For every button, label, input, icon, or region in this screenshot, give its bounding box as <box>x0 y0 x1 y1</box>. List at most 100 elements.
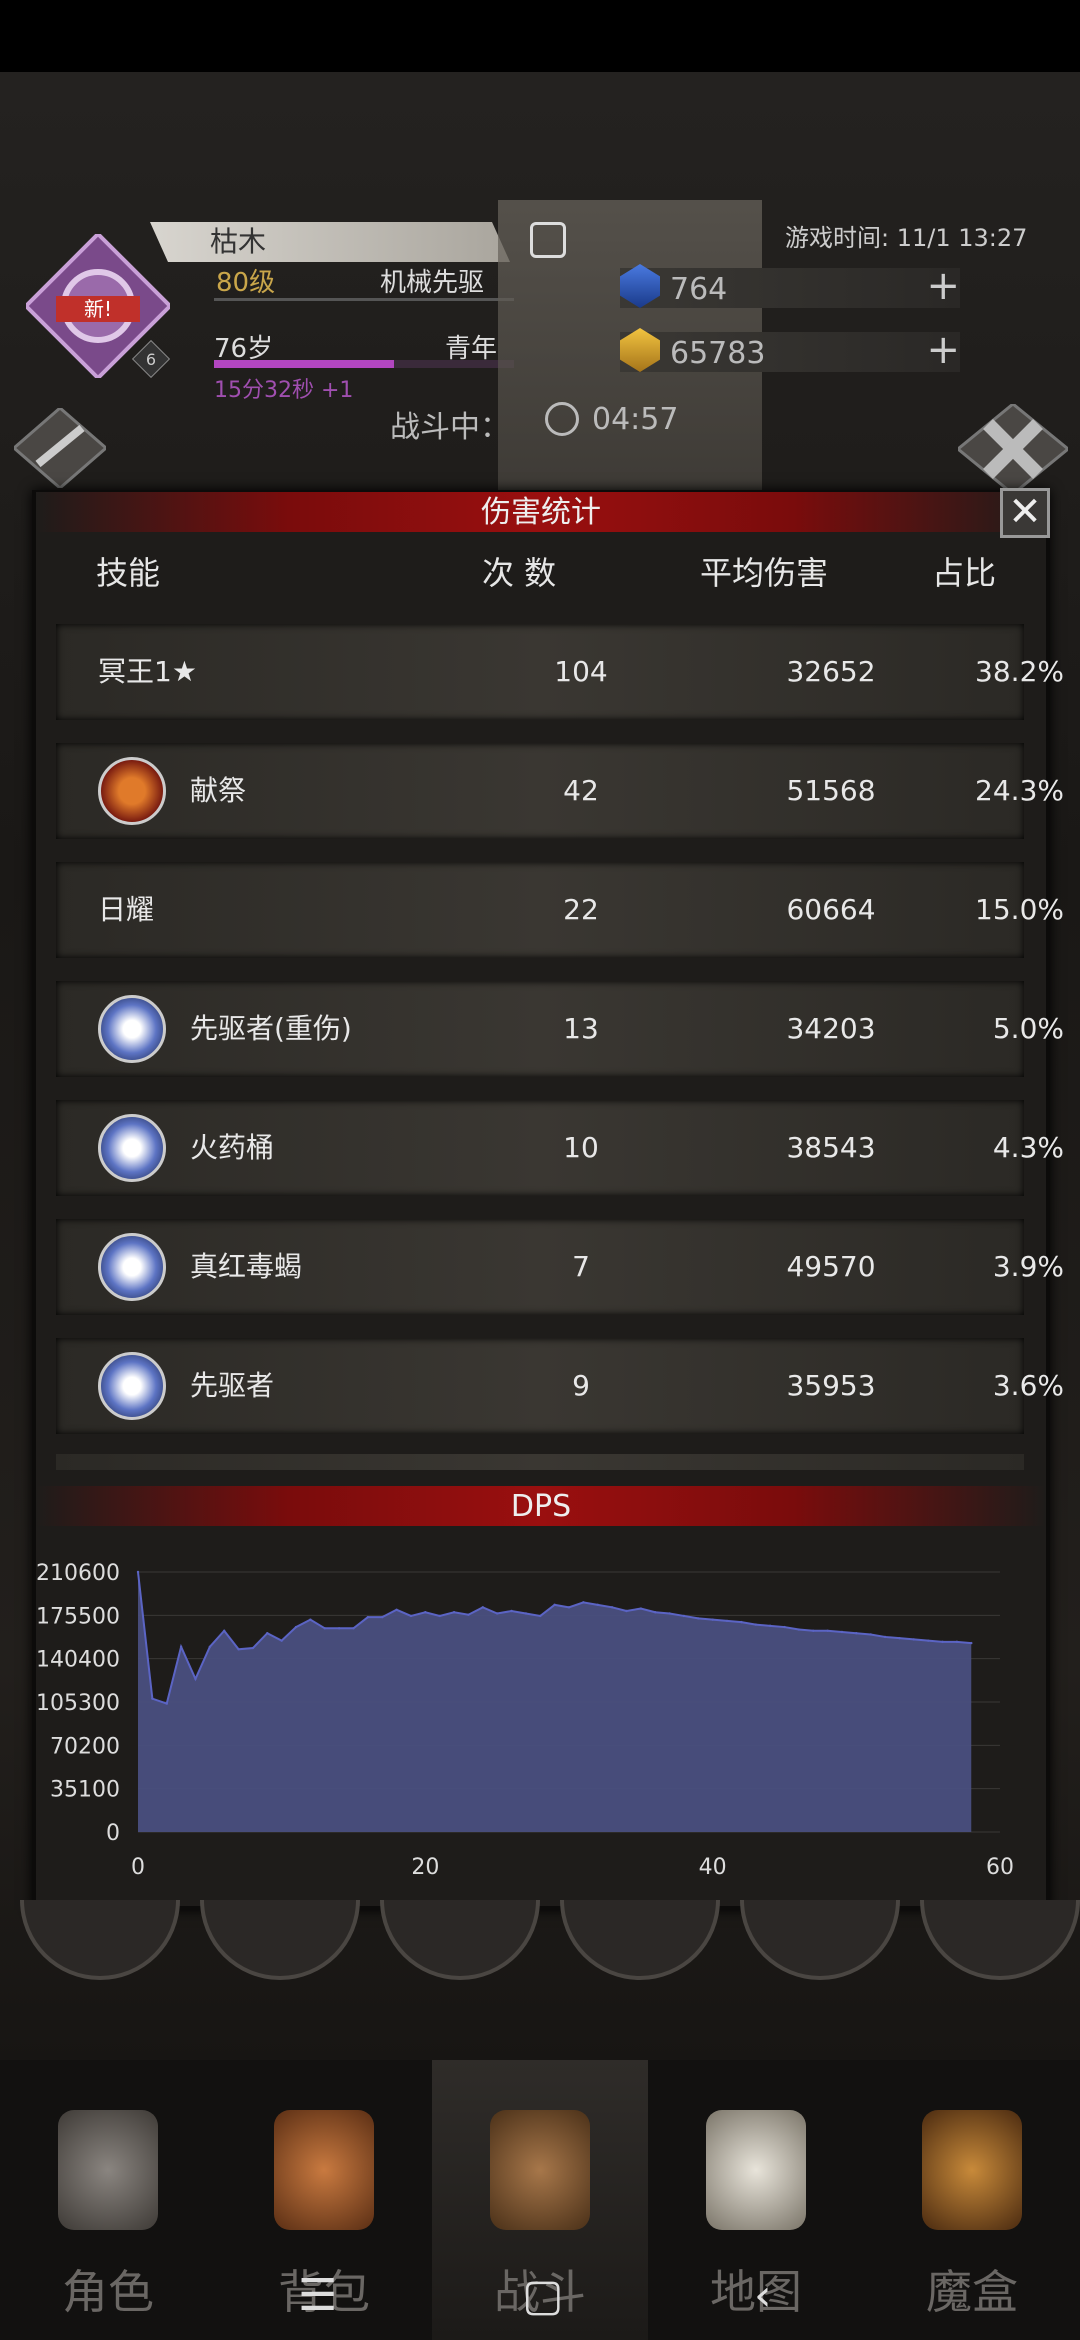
dps-point <box>467 1613 470 1616</box>
dps-point <box>323 1627 326 1630</box>
table-row: 真红毒蝎 7 49570 3.9% <box>56 1219 1064 1315</box>
dps-point <box>740 1620 743 1624</box>
edit-icon[interactable] <box>530 222 566 258</box>
hit-count: 104 <box>554 655 608 688</box>
dps-point <box>926 1639 930 1642</box>
new-badge: 新! <box>84 297 112 321</box>
hit-count: 42 <box>563 774 599 807</box>
skill-name: 献祭 <box>190 774 247 807</box>
skill-slot[interactable] <box>740 1900 900 1980</box>
dps-point <box>826 1629 829 1632</box>
add-gold-button[interactable]: + <box>926 330 960 370</box>
dps-point <box>869 1633 872 1636</box>
dps-point <box>725 1619 729 1623</box>
dps-point <box>754 1623 757 1626</box>
hit-count: 10 <box>563 1131 599 1164</box>
skill-name: 日耀 <box>98 893 155 926</box>
sword-icon[interactable] <box>14 408 106 488</box>
menu-button[interactable]: ☰ <box>298 2270 337 2321</box>
skill-slot[interactable] <box>380 1900 540 1980</box>
scroll-map-icon <box>706 2110 806 2230</box>
dps-point <box>381 1615 384 1619</box>
character-class: 机械先驱 <box>380 268 485 298</box>
dps-point <box>768 1624 772 1628</box>
level-divider <box>214 298 514 301</box>
dps-point <box>539 1614 542 1618</box>
add-gems-button[interactable]: + <box>926 266 960 306</box>
dps-point <box>151 1697 154 1700</box>
dps-point <box>797 1628 801 1631</box>
y-tick-label: 0 <box>106 1821 120 1846</box>
hit-count: 9 <box>572 1369 590 1402</box>
dps-point <box>682 1614 686 1618</box>
dps-point <box>481 1606 484 1609</box>
character-avatar[interactable]: 新! 6 <box>26 234 170 378</box>
table-row: 冥王1★ 104 32652 38.2% <box>56 624 1064 720</box>
crossed-swords-icon[interactable] <box>958 404 1068 494</box>
y-tick-label: 105300 <box>36 1691 120 1716</box>
skill-name: 真红毒蝎 <box>190 1250 303 1283</box>
damage-share: 38.2% <box>975 655 1064 688</box>
dps-point <box>697 1617 700 1620</box>
backpack-icon <box>274 2110 374 2230</box>
hit-count: 22 <box>563 893 599 926</box>
skill-slot[interactable] <box>20 1900 180 1980</box>
magic-cube-icon <box>922 2110 1022 2230</box>
col-header-count: 次 数 <box>482 554 557 592</box>
hit-count: 7 <box>572 1250 590 1283</box>
gold-amount: 65783 <box>670 336 766 371</box>
x-tick-label: 0 <box>131 1855 145 1880</box>
sacrifice-icon <box>98 757 166 825</box>
dps-point <box>524 1612 528 1615</box>
dps-point <box>179 1645 183 1649</box>
col-header-share: 占比 <box>932 554 997 592</box>
skill-slot[interactable] <box>560 1900 720 1980</box>
table-row: 献祭 42 51568 24.3% <box>56 743 1064 839</box>
skill-name: 先驱者 <box>190 1369 275 1402</box>
skill-name: 冥王1★ <box>98 655 197 688</box>
home-button[interactable]: ▢ <box>522 2270 564 2321</box>
system-nav-bar: ☰ ▢ ‹ <box>0 2260 1080 2340</box>
dps-chart-title: DPS <box>36 1486 1046 1526</box>
dps-chart: 210600 175500 140400 105300 70200 35100 00 20 40… <box>36 1561 1014 1880</box>
skill-slot[interactable] <box>200 1900 360 1980</box>
dps-point <box>812 1629 815 1632</box>
dps-point <box>855 1632 858 1635</box>
dps-point <box>955 1640 959 1644</box>
table-row: 日耀 22 60664 15.0% <box>56 862 1064 958</box>
back-button[interactable]: ‹ <box>754 2270 772 2321</box>
dps-point <box>337 1627 341 1630</box>
skill-bar <box>0 1900 1080 2000</box>
close-button[interactable]: ✕ <box>1000 488 1050 538</box>
skill-slot[interactable] <box>920 1900 1080 1980</box>
powder-keg-icon <box>98 1114 166 1182</box>
dps-point <box>352 1627 355 1630</box>
battle-timer: 04:57 <box>592 402 679 437</box>
character-level: 80级 <box>216 268 276 298</box>
x-tick-label: 20 <box>411 1855 439 1880</box>
blue-gem-icon <box>620 264 660 308</box>
vanguard-icon <box>98 995 166 1063</box>
dps-point <box>309 1618 312 1621</box>
dps-point <box>596 1603 599 1607</box>
clock-icon <box>545 402 579 436</box>
y-tick-label: 210600 <box>36 1561 120 1586</box>
dps-point <box>409 1614 413 1618</box>
gold-counter: 65783 + <box>620 328 960 372</box>
dps-point <box>237 1648 240 1651</box>
dps-point <box>840 1630 844 1634</box>
dps-point <box>567 1606 571 1609</box>
x-tick-label: 60 <box>986 1855 1014 1880</box>
damage-stats-title: 伤害统计 <box>36 492 1046 532</box>
gem-counter: 764 + <box>620 264 960 308</box>
dps-point <box>510 1609 513 1613</box>
dps-point <box>136 1570 140 1574</box>
damage-share: 4.3% <box>992 1131 1064 1164</box>
dps-point <box>294 1625 298 1629</box>
dps-point <box>970 1641 973 1645</box>
dps-point <box>495 1612 499 1615</box>
battle-status-label: 战斗中： <box>390 410 510 445</box>
dps-point <box>668 1612 671 1615</box>
status-bar <box>0 0 1080 72</box>
shield-sword-icon <box>490 2110 590 2230</box>
